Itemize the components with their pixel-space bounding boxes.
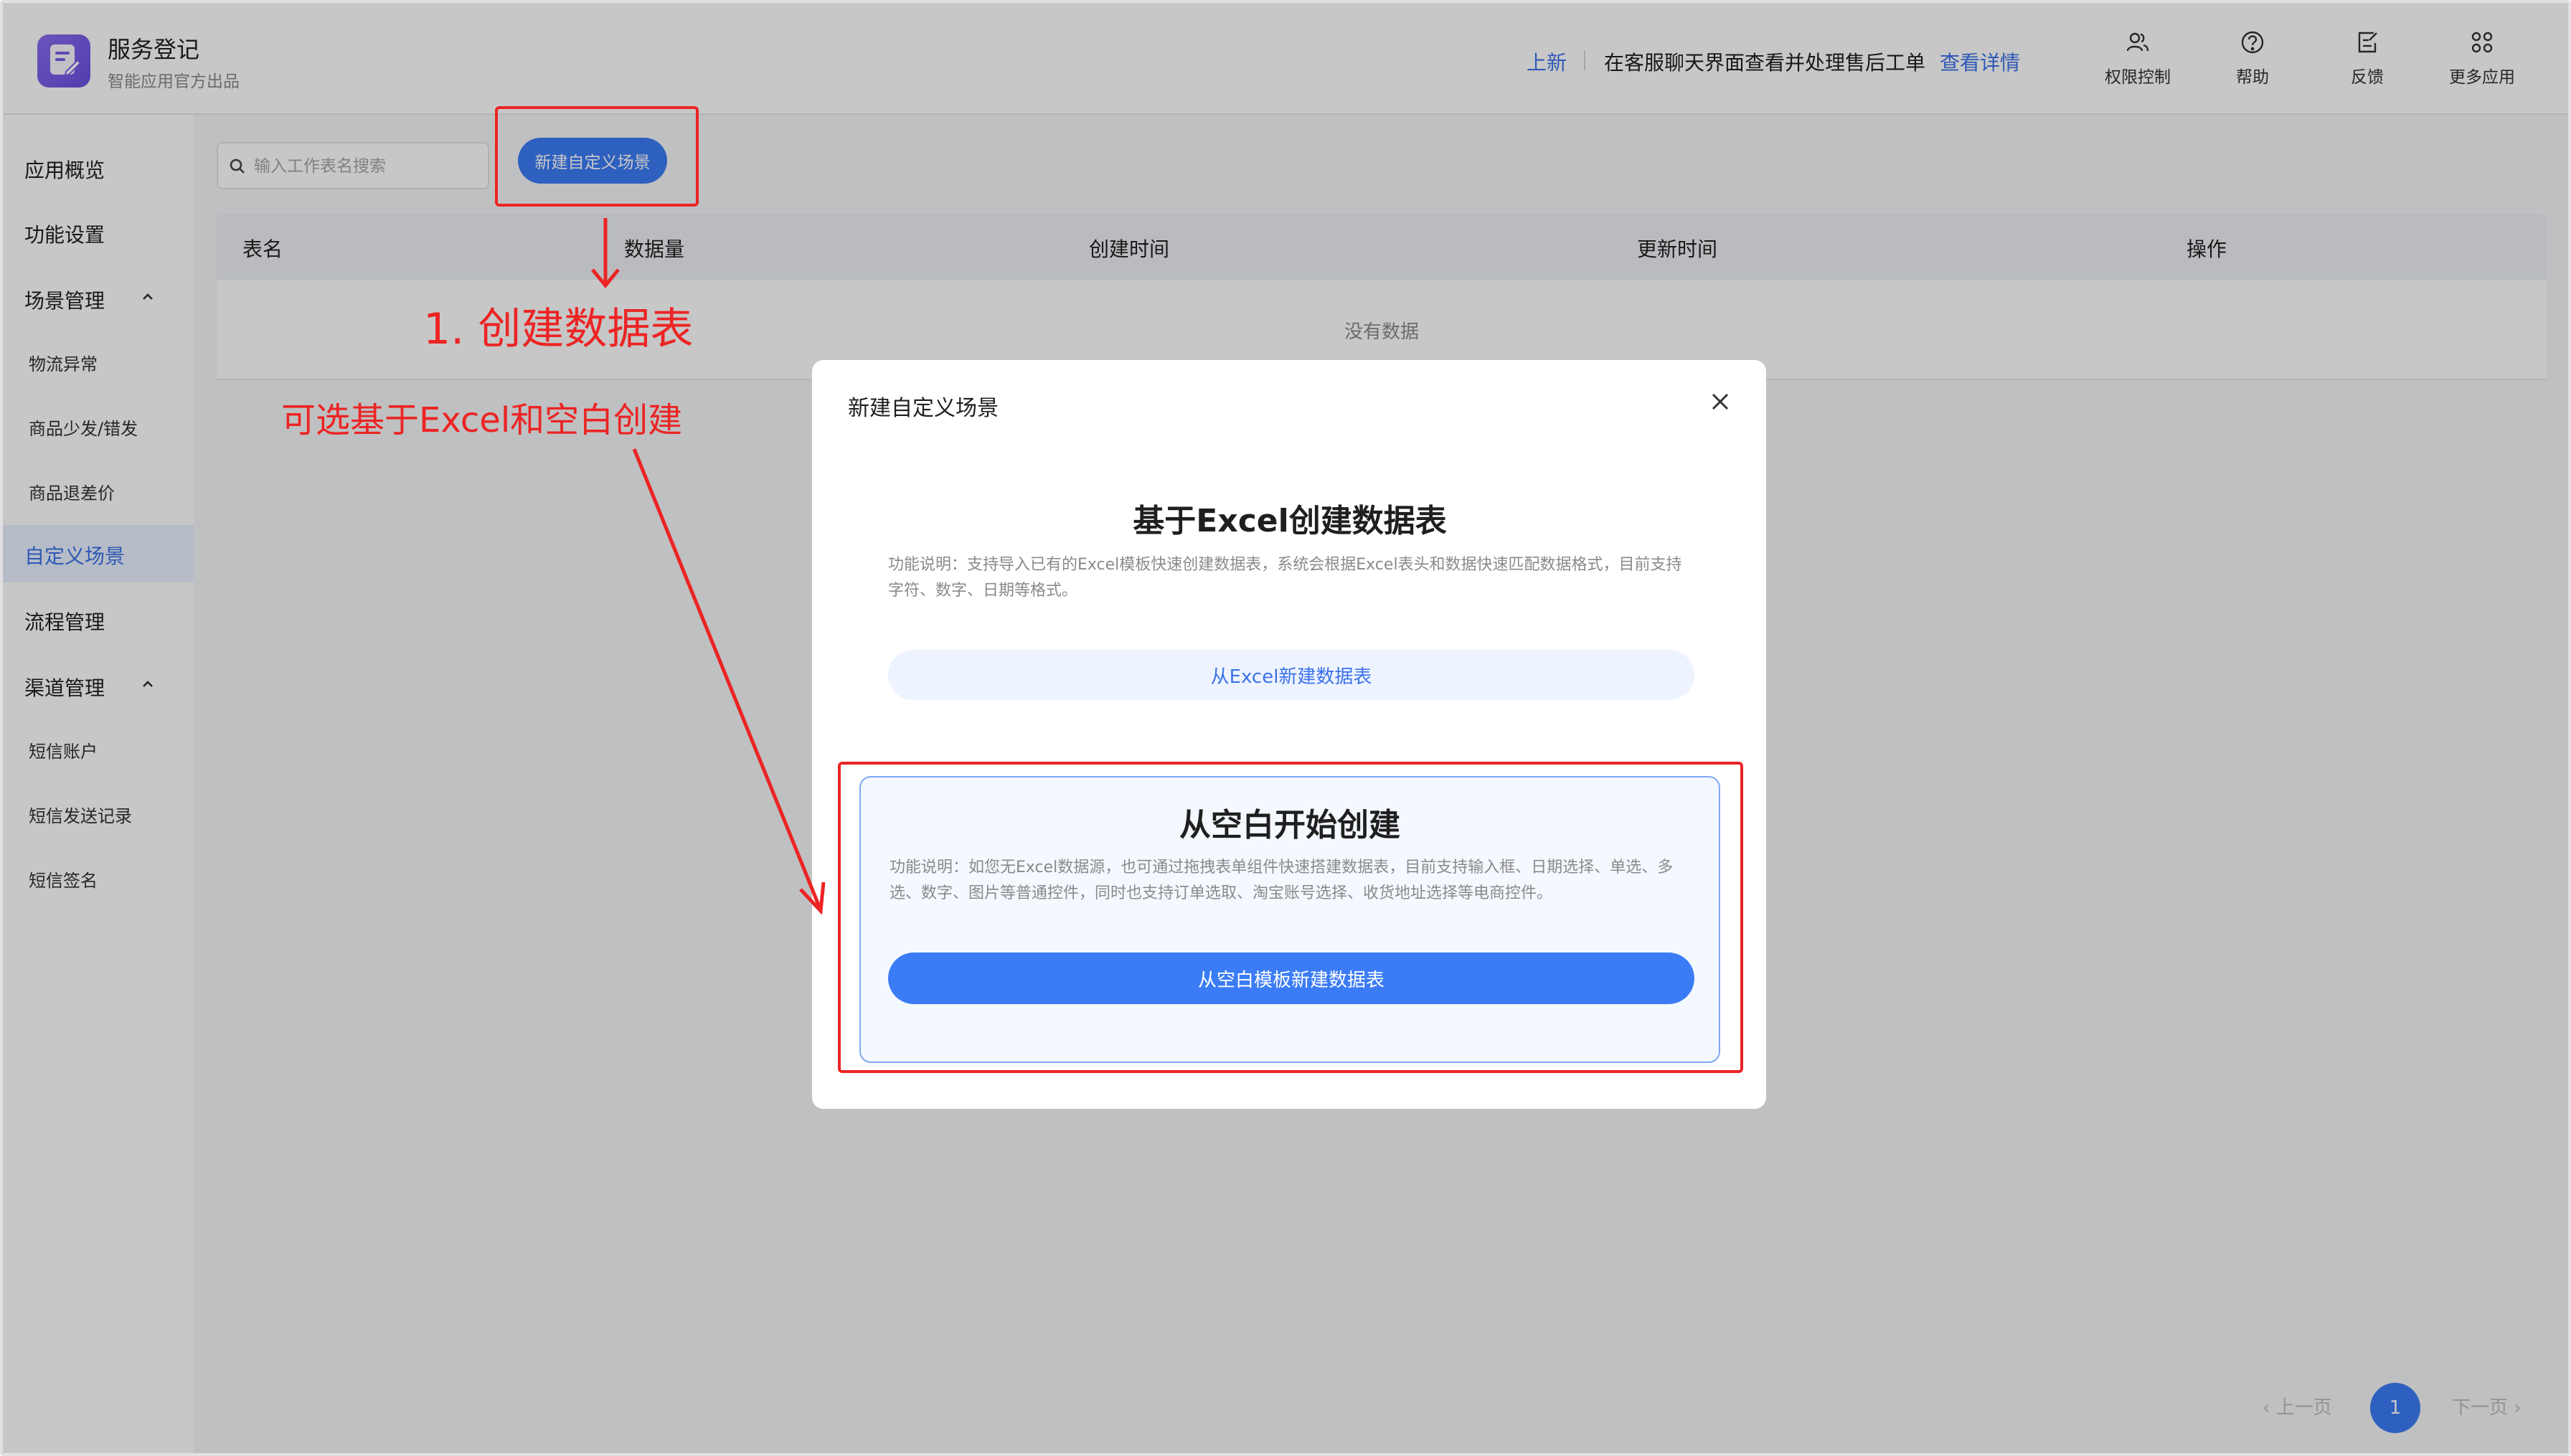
annotation-hint-label: 可选基于Excel和空白创建 (281, 400, 683, 440)
arrow-diagonal-icon (632, 448, 821, 907)
app-window: 服务登记 智能应用官方出品 上新 在客服聊天界面查看并处理售后工单 查看详情 权… (0, 0, 2571, 1456)
annotation-step-label: 1. 创建数据表 (423, 304, 694, 354)
annotation-arrows (591, 218, 826, 915)
